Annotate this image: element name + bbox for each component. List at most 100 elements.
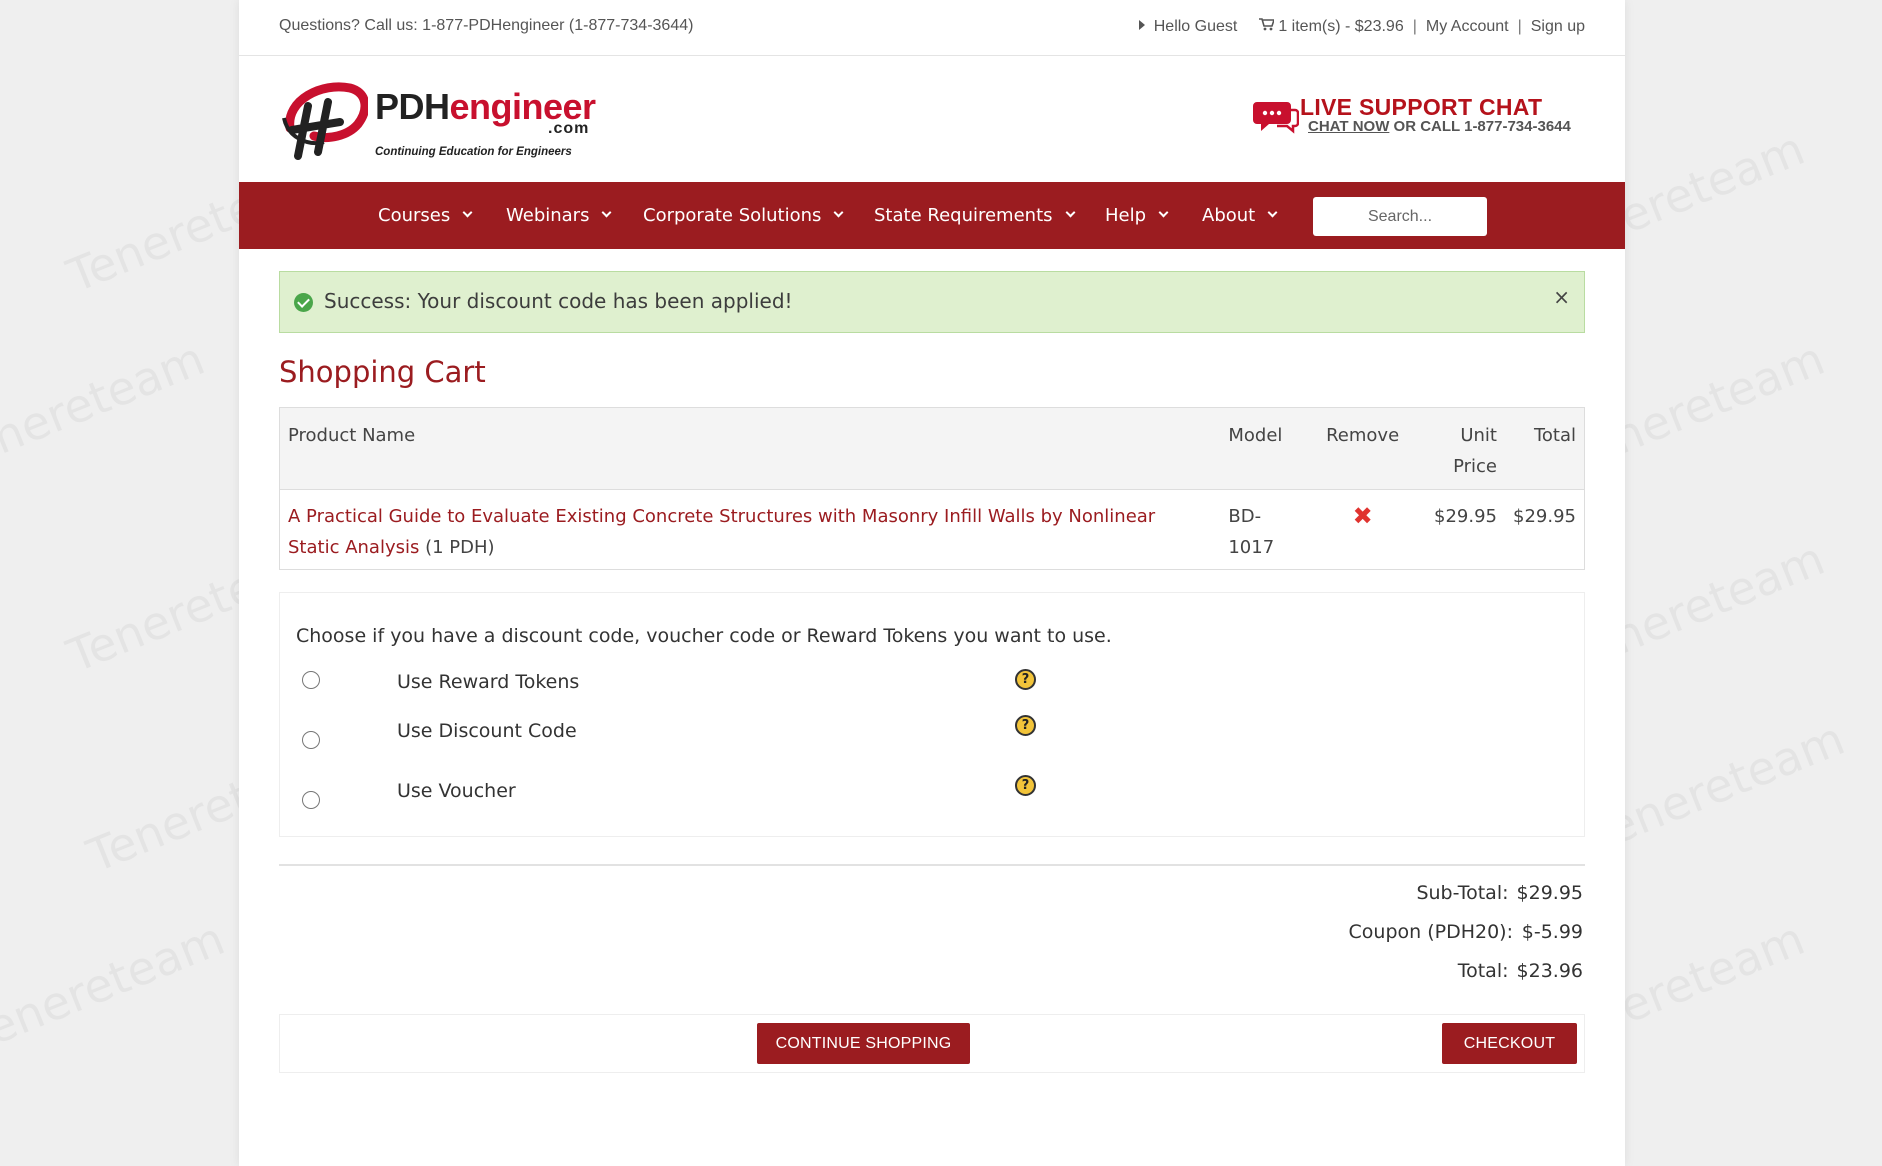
reward-tokens-label[interactable]: Use Reward Tokens bbox=[397, 671, 579, 693]
greeting-label: Hello Guest bbox=[1153, 18, 1238, 35]
voucher-radio[interactable] bbox=[302, 791, 320, 809]
discount-code-radio[interactable] bbox=[302, 731, 320, 749]
product-pdh: (1 PDH) bbox=[419, 537, 495, 558]
model-cell: BD- 1017 bbox=[1220, 489, 1311, 570]
chevron-down-icon bbox=[1158, 207, 1169, 218]
subtotal-row: Sub-Total: $29.95 bbox=[1349, 882, 1583, 921]
page-container: Questions? Call us: 1-877-PDHengineer (1… bbox=[239, 0, 1625, 1166]
model-line1: BD- bbox=[1228, 506, 1262, 527]
option-reward-tokens: Use Reward Tokens ? bbox=[280, 669, 1080, 711]
header-total: Total bbox=[1504, 407, 1585, 490]
caret-right-icon bbox=[1138, 20, 1145, 30]
main-nav: Courses Webinars Corporate Solutions Sta… bbox=[239, 182, 1625, 249]
cart-icon bbox=[1259, 18, 1275, 31]
header-unit-price-line1: Unit bbox=[1460, 425, 1497, 446]
header-unit-price-line2: Price bbox=[1453, 456, 1497, 477]
order-totals: Sub-Total: $29.95 Coupon (PDH20): $-5.99 T… bbox=[1349, 882, 1583, 999]
nav-label: Courses bbox=[378, 205, 451, 226]
chevron-down-icon bbox=[462, 207, 473, 218]
logo-text-pdh: PDH bbox=[375, 86, 450, 127]
discount-intro-text: Choose if you have a discount code, vouc… bbox=[296, 625, 1112, 647]
coupon-row: Coupon (PDH20): $-5.99 bbox=[1349, 921, 1583, 960]
total-cell: $29.95 bbox=[1504, 489, 1585, 570]
subtotal-value: $29.95 bbox=[1516, 882, 1583, 904]
nav-item-webinars[interactable]: Webinars bbox=[506, 205, 612, 226]
watermark-text: Tenereteam bbox=[0, 911, 232, 1063]
subtotal-label: Sub-Total: bbox=[1416, 882, 1509, 904]
divider bbox=[279, 864, 1585, 866]
cart-table: Product Name Model Remove Unit Price Tota… bbox=[279, 407, 1585, 570]
live-chat-title: LIVE SUPPORT CHAT bbox=[1300, 94, 1543, 120]
nav-label: Help bbox=[1105, 205, 1147, 226]
checkout-button[interactable]: CHECKOUT bbox=[1442, 1023, 1577, 1064]
nav-item-state-requirements[interactable]: State Requirements bbox=[874, 205, 1075, 226]
chevron-down-icon bbox=[1065, 207, 1075, 218]
check-circle-icon bbox=[294, 293, 313, 312]
product-cell: A Practical Guide to Evaluate Existing C… bbox=[279, 489, 1221, 570]
page-title: Shopping Cart bbox=[279, 355, 486, 389]
live-chat-subtitle: CHAT NOW OR CALL 1-877-734-3644 bbox=[1308, 118, 1571, 135]
search-input[interactable] bbox=[1313, 197, 1487, 236]
header-product-name: Product Name bbox=[279, 407, 1221, 490]
reward-tokens-radio[interactable] bbox=[302, 671, 320, 689]
account-links: Hello Guest 1 item(s) - $23.96 | My Acco… bbox=[1138, 18, 1585, 36]
nav-item-courses[interactable]: Courses bbox=[378, 205, 473, 226]
separator: | bbox=[1517, 18, 1522, 35]
alert-message: Success: Your discount code has been app… bbox=[324, 289, 793, 313]
total-row: Total: $23.96 bbox=[1349, 960, 1583, 999]
success-alert: Success: Your discount code has been app… bbox=[279, 271, 1585, 333]
cart-summary-label: 1 item(s) - $23.96 bbox=[1278, 18, 1404, 35]
chat-now-link[interactable]: CHAT NOW bbox=[1308, 118, 1389, 135]
sign-up-link[interactable]: Sign up bbox=[1531, 18, 1585, 36]
logo-mark-icon bbox=[282, 82, 368, 160]
nav-label: Corporate Solutions bbox=[643, 205, 822, 226]
top-bar: Questions? Call us: 1-877-PDHengineer (1… bbox=[239, 0, 1625, 56]
model-line2: 1017 bbox=[1228, 537, 1275, 558]
hello-guest[interactable]: Hello Guest bbox=[1138, 18, 1238, 36]
remove-cell: ✖ bbox=[1310, 489, 1416, 570]
cart-actions: CONTINUE SHOPPING CHECKOUT bbox=[279, 1014, 1585, 1073]
remove-item-icon[interactable]: ✖ bbox=[1353, 504, 1373, 528]
help-icon[interactable]: ? bbox=[1015, 715, 1036, 736]
discount-code-label[interactable]: Use Discount Code bbox=[397, 720, 577, 742]
call-number-text: OR CALL 1-877-734-3644 bbox=[1389, 118, 1571, 135]
nav-item-corporate-solutions[interactable]: Corporate Solutions bbox=[643, 205, 844, 226]
nav-label: State Requirements bbox=[874, 205, 1053, 226]
nav-label: Webinars bbox=[506, 205, 590, 226]
pdhengineer-logo[interactable]: PDHengineer .com Continuing Education fo… bbox=[278, 76, 618, 166]
discount-options-panel: Choose if you have a discount code, vouc… bbox=[279, 592, 1585, 837]
logo-tagline: Continuing Education for Engineers bbox=[375, 146, 572, 158]
total-value: $23.96 bbox=[1516, 960, 1583, 982]
voucher-label[interactable]: Use Voucher bbox=[397, 780, 516, 802]
help-icon[interactable]: ? bbox=[1015, 775, 1036, 796]
chevron-down-icon bbox=[1267, 207, 1278, 218]
help-icon[interactable]: ? bbox=[1015, 669, 1036, 690]
table-row: A Practical Guide to Evaluate Existing C… bbox=[279, 489, 1585, 570]
header-remove: Remove bbox=[1310, 407, 1416, 490]
support-phone: Questions? Call us: 1-877-PDHengineer (1… bbox=[279, 17, 694, 34]
nav-item-about[interactable]: About bbox=[1202, 205, 1278, 226]
total-label: Total: bbox=[1457, 960, 1509, 982]
option-discount-code: Use Discount Code ? bbox=[280, 715, 1080, 761]
live-support-chat[interactable]: LIVE SUPPORT CHAT CHAT NOW OR CALL 1-877… bbox=[1253, 94, 1583, 154]
chevron-down-icon bbox=[833, 207, 844, 218]
chevron-down-icon bbox=[602, 207, 612, 218]
table-header-row: Product Name Model Remove Unit Price Tota… bbox=[279, 407, 1585, 490]
nav-item-help[interactable]: Help bbox=[1105, 205, 1169, 226]
coupon-value: $-5.99 bbox=[1521, 921, 1583, 943]
close-icon[interactable]: × bbox=[1553, 285, 1570, 309]
nav-label: About bbox=[1202, 205, 1256, 226]
watermark-text: Tenereteam bbox=[0, 331, 212, 483]
option-voucher: Use Voucher ? bbox=[280, 775, 1080, 821]
header-unit-price: Unit Price bbox=[1415, 407, 1505, 490]
cart-summary-link[interactable]: 1 item(s) - $23.96 bbox=[1259, 18, 1404, 36]
coupon-label: Coupon (PDH20): bbox=[1348, 921, 1513, 943]
continue-shopping-button[interactable]: CONTINUE SHOPPING bbox=[757, 1023, 970, 1064]
site-header: PDHengineer .com Continuing Education fo… bbox=[239, 56, 1625, 182]
my-account-link[interactable]: My Account bbox=[1426, 18, 1509, 36]
logo-domain: .com bbox=[548, 120, 590, 137]
separator: | bbox=[1412, 18, 1417, 35]
chat-bubble-icon bbox=[1253, 102, 1299, 134]
header-model: Model bbox=[1220, 407, 1311, 490]
unit-price-cell: $29.95 bbox=[1415, 489, 1505, 570]
